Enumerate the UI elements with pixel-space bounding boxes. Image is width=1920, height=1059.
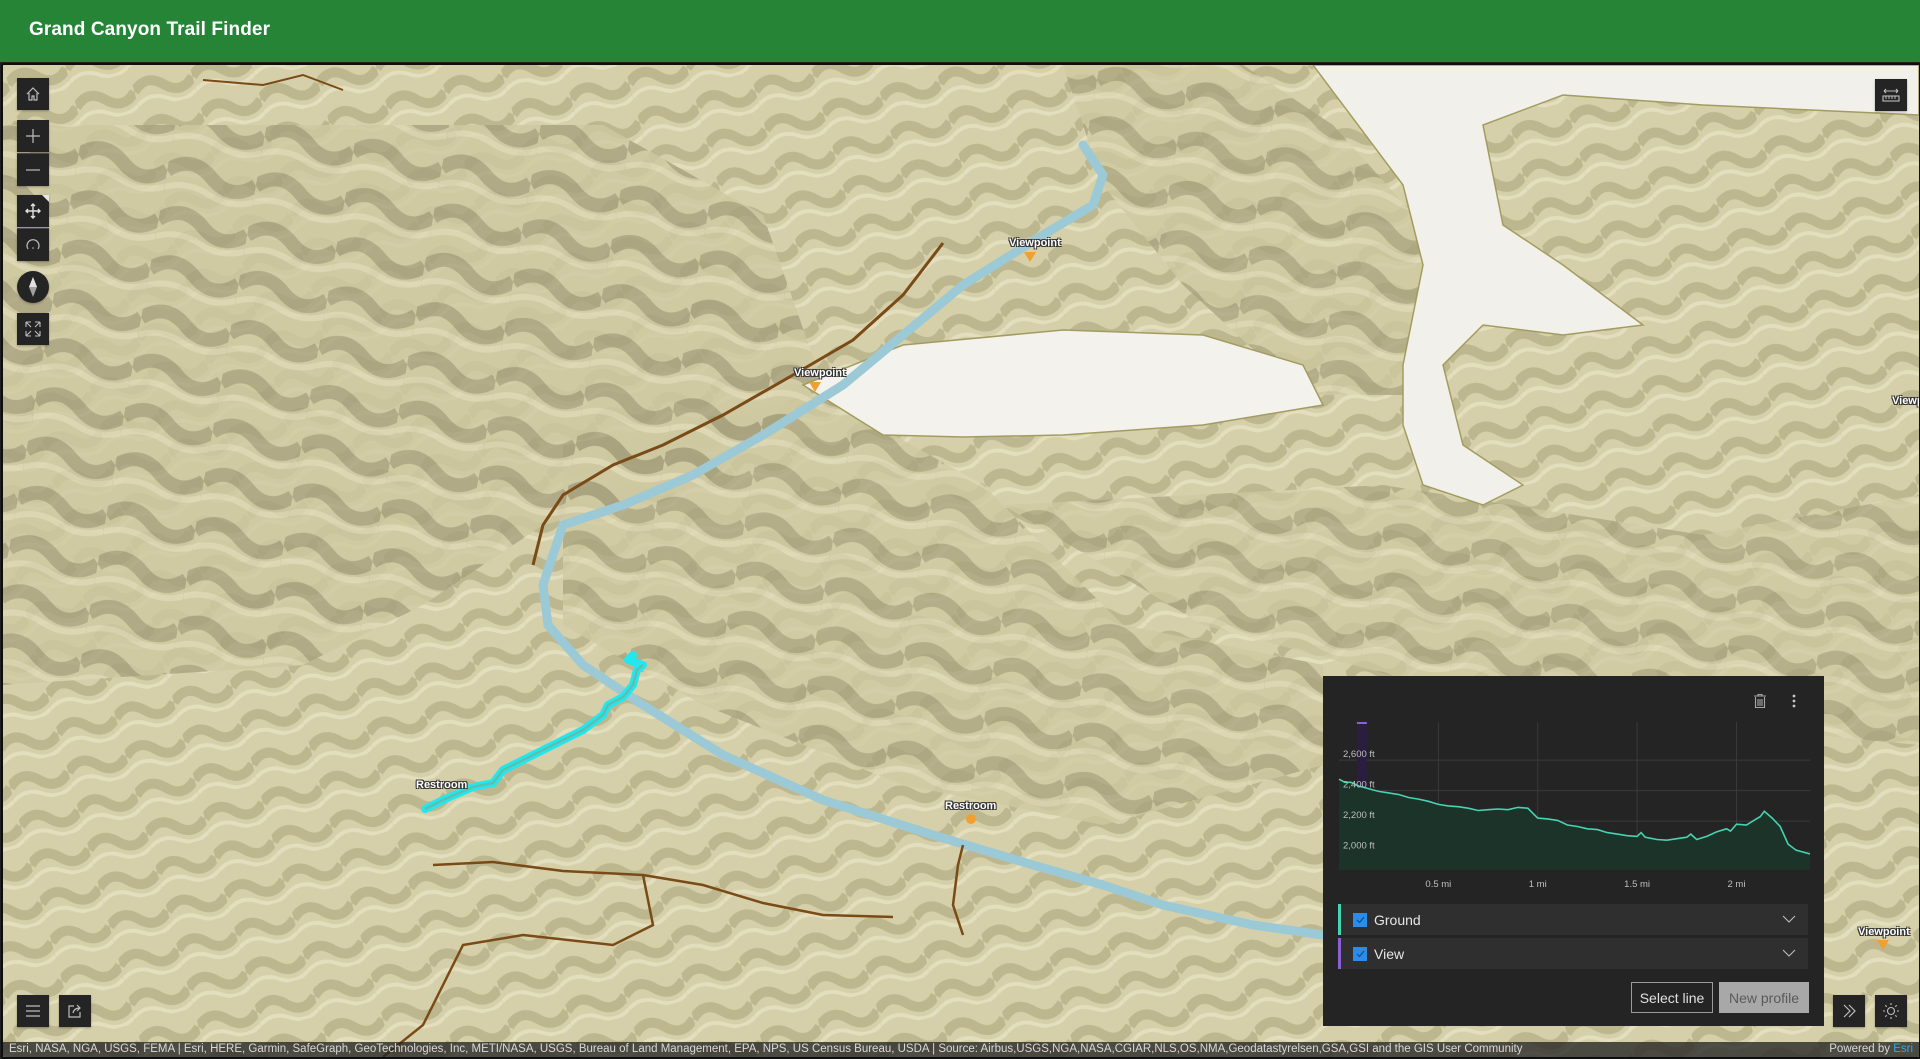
clear-profile-button[interactable] bbox=[1752, 693, 1768, 709]
pan-button[interactable] bbox=[17, 195, 49, 227]
app-header: Grand Canyon Trail Finder bbox=[0, 0, 1920, 62]
pan-icon bbox=[25, 203, 41, 219]
y-tick-label: 2,600 ft bbox=[1343, 749, 1375, 760]
rotate-button[interactable] bbox=[17, 228, 49, 261]
compass-button[interactable] bbox=[17, 271, 49, 303]
expand-button[interactable] bbox=[1833, 995, 1865, 1027]
series-name: View bbox=[1374, 945, 1405, 962]
map-label-restroom[interactable]: Restroom bbox=[416, 779, 467, 791]
expand-icon bbox=[1843, 1004, 1856, 1018]
active-indicator bbox=[42, 195, 49, 202]
y-tick-label: 2,000 ft bbox=[1343, 841, 1375, 852]
rotate-icon bbox=[26, 239, 40, 250]
zoom-in-button[interactable] bbox=[17, 120, 49, 152]
daylight-icon bbox=[1883, 1003, 1899, 1019]
x-tick-label: 0.5 mi bbox=[1425, 879, 1451, 890]
elevation-profile-panel: 2,000 ft 2,200 ft 2,400 ft 2,600 ft 0.5 mi 1 … bbox=[1323, 676, 1824, 1026]
y-tick-label: 2,200 ft bbox=[1343, 810, 1375, 821]
esri-link[interactable]: Esri bbox=[1893, 1043, 1913, 1055]
share-button[interactable] bbox=[59, 995, 91, 1027]
restroom-icon[interactable] bbox=[965, 814, 977, 824]
minus-icon bbox=[26, 169, 40, 171]
layer-list-icon bbox=[26, 1005, 40, 1017]
y-tick-label: 2,400 ft bbox=[1343, 780, 1375, 791]
new-profile-button[interactable]: New profile bbox=[1719, 982, 1809, 1013]
share-icon bbox=[68, 1004, 81, 1018]
check-icon bbox=[1356, 950, 1364, 957]
series-color-bar bbox=[1338, 904, 1341, 935]
measure-icon bbox=[1882, 88, 1900, 102]
trash-icon bbox=[1754, 694, 1766, 708]
powered-by-text: Powered by bbox=[1829, 1043, 1894, 1055]
series-row-ground[interactable]: Ground bbox=[1338, 904, 1808, 935]
map-label-viewpoint[interactable]: Viewpoint bbox=[794, 367, 846, 379]
elevation-chart[interactable]: 2,000 ft 2,200 ft 2,400 ft 2,600 ft 0.5 mi 1 … bbox=[1337, 718, 1812, 894]
check-icon bbox=[1356, 916, 1364, 923]
viewpoint-icon[interactable] bbox=[1024, 252, 1036, 262]
series-name: Ground bbox=[1374, 911, 1421, 928]
more-vertical-icon bbox=[1792, 694, 1796, 708]
map-label-restroom[interactable]: Restroom bbox=[945, 800, 996, 812]
daylight-button[interactable] bbox=[1875, 995, 1907, 1027]
x-tick-label: 1.5 mi bbox=[1624, 879, 1650, 890]
ground-checkbox[interactable] bbox=[1353, 912, 1367, 927]
map-label-viewpoint[interactable]: Viewp bbox=[1892, 395, 1919, 407]
measure-button[interactable] bbox=[1875, 79, 1907, 111]
viewpoint-icon[interactable] bbox=[1877, 940, 1889, 950]
home-icon bbox=[26, 87, 40, 101]
chevron-down-icon[interactable] bbox=[1782, 912, 1796, 926]
powered-by: Powered by Esri bbox=[1829, 1042, 1913, 1057]
fullscreen-button[interactable] bbox=[17, 313, 49, 345]
map-label-viewpoint[interactable]: Viewpoint bbox=[1858, 926, 1910, 938]
view-checkbox[interactable] bbox=[1353, 946, 1367, 961]
series-row-view[interactable]: View bbox=[1338, 938, 1808, 969]
attribution-text: Esri, NASA, NGA, USGS, FEMA | Esri, HERE… bbox=[9, 1043, 1523, 1055]
compass-icon bbox=[29, 277, 37, 297]
zoom-out-button[interactable] bbox=[17, 153, 49, 186]
plus-icon bbox=[26, 129, 40, 143]
select-line-button[interactable]: Select line bbox=[1631, 982, 1713, 1013]
x-tick-label: 2 mi bbox=[1727, 879, 1745, 890]
fullscreen-icon bbox=[25, 321, 41, 337]
layer-list-button[interactable] bbox=[17, 995, 49, 1027]
app-title: Grand Canyon Trail Finder bbox=[29, 19, 271, 40]
viewpoint-icon[interactable] bbox=[809, 382, 821, 392]
home-button[interactable] bbox=[17, 78, 49, 110]
map-label-viewpoint[interactable]: Viewpoint bbox=[1009, 237, 1061, 249]
x-tick-label: 1 mi bbox=[1529, 879, 1547, 890]
attribution-bar[interactable]: Esri, NASA, NGA, USGS, FEMA | Esri, HERE… bbox=[3, 1042, 1919, 1057]
series-color-bar bbox=[1338, 938, 1341, 969]
chevron-down-icon[interactable] bbox=[1782, 946, 1796, 960]
more-options-button[interactable] bbox=[1786, 693, 1802, 709]
